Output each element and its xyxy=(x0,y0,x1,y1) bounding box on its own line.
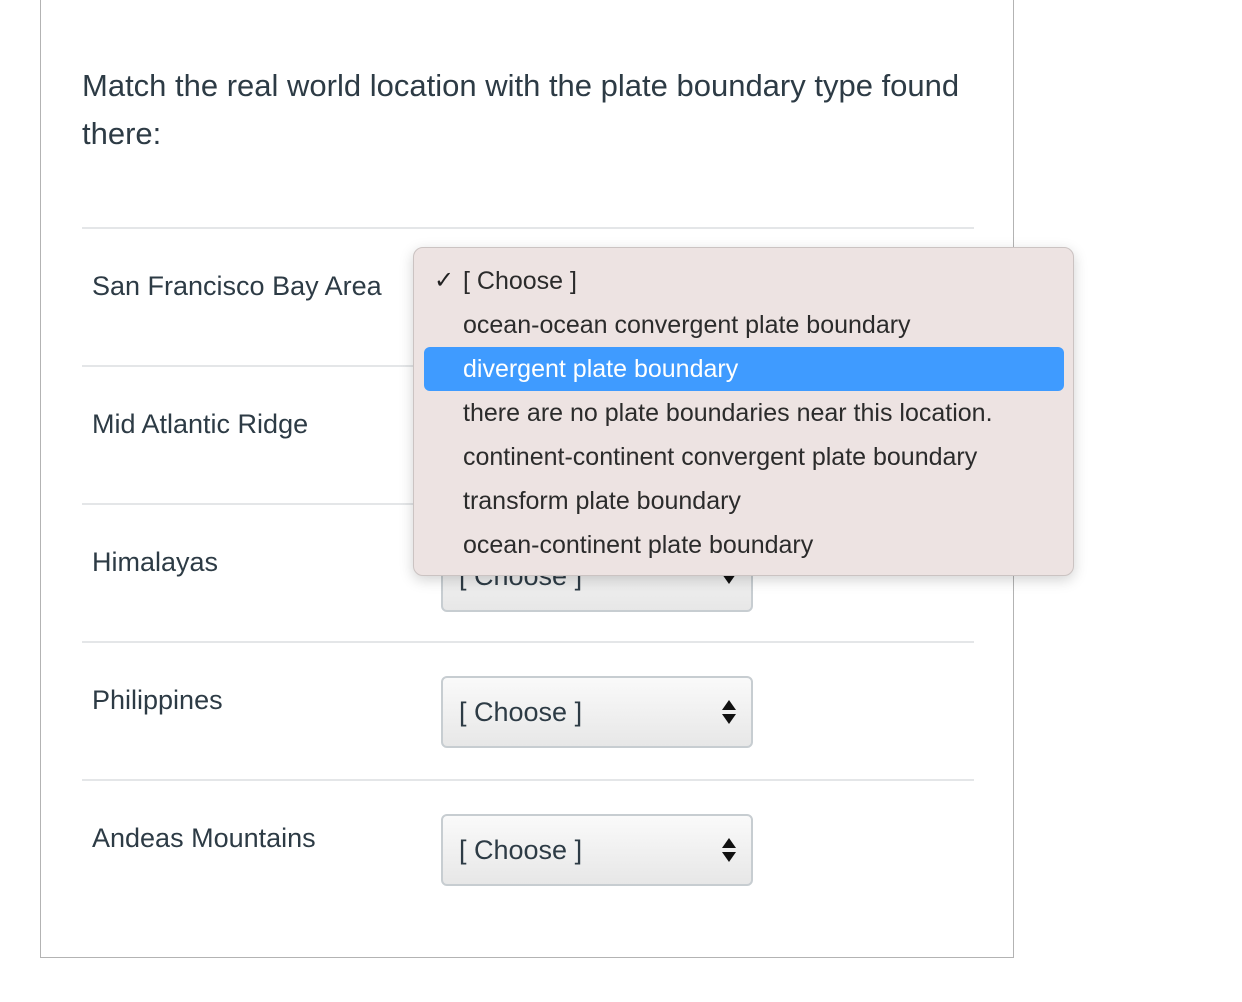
option-label: continent-continent convergent plate bou… xyxy=(463,443,978,471)
option-divergent[interactable]: divergent plate boundary xyxy=(424,347,1064,391)
option-transform[interactable]: transform plate boundary xyxy=(424,479,1064,523)
row-divider xyxy=(82,641,974,643)
select-value: [ Choose ] xyxy=(459,835,583,865)
location-label-san-francisco: San Francisco Bay Area xyxy=(92,271,382,301)
up-down-arrows-icon xyxy=(721,700,737,728)
location-label-mid-atlantic: Mid Atlantic Ridge xyxy=(92,409,309,439)
question-text: Match the real world location with the p… xyxy=(82,68,960,151)
option-ocean-continent[interactable]: ocean-continent plate boundary xyxy=(424,523,1064,567)
option-label: [ Choose ] xyxy=(463,267,577,295)
select-andeas[interactable]: [ Choose ] xyxy=(441,814,753,886)
option-continent-continent[interactable]: continent-continent convergent plate bou… xyxy=(424,435,1064,479)
location-label-andeas: Andeas Mountains xyxy=(92,823,316,853)
select-philippines[interactable]: [ Choose ] xyxy=(441,676,753,748)
option-label: divergent plate boundary xyxy=(463,355,739,383)
option-ocean-ocean[interactable]: ocean-ocean convergent plate boundary xyxy=(424,303,1064,347)
option-label: ocean-continent plate boundary xyxy=(463,531,814,559)
up-down-arrows-icon xyxy=(721,838,737,866)
option-choose[interactable]: ✓ [ Choose ] xyxy=(424,259,1064,303)
option-label: ocean-ocean convergent plate boundary xyxy=(463,311,911,339)
option-no-boundaries[interactable]: there are no plate boundaries near this … xyxy=(424,391,1064,435)
location-label-philippines: Philippines xyxy=(92,685,223,715)
location-label-himalayas: Himalayas xyxy=(92,547,219,577)
option-label: there are no plate boundaries near this … xyxy=(463,399,993,427)
select-value: [ Choose ] xyxy=(459,697,583,727)
checkmark-icon: ✓ xyxy=(434,267,455,294)
row-divider xyxy=(82,227,974,229)
dropdown-menu: ✓ [ Choose ] ocean-ocean convergent plat… xyxy=(413,247,1074,576)
row-divider xyxy=(82,779,974,781)
option-label: transform plate boundary xyxy=(463,487,741,515)
